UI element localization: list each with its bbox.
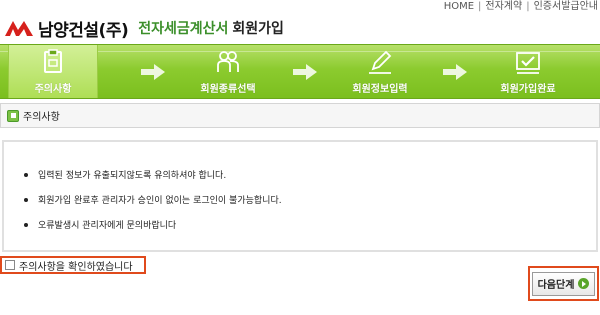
notice-text: 회원가입 완료후 관리자가 승인이 없이는 로그인이 불가능합니다. xyxy=(38,196,282,206)
step-label: 회원정보입력 xyxy=(352,84,408,95)
notice-list: 입력된 정보가 유출되지않도록 유의하셔야 합니다. 회원가입 완료후 관리자가… xyxy=(4,142,596,237)
step-complete: 회원가입완료 xyxy=(468,49,588,95)
arrow-right-icon xyxy=(443,64,467,80)
notice-box: 입력된 정보가 유출되지않도록 유의하셔야 합니다. 회원가입 완료후 관리자가… xyxy=(2,140,598,252)
step-member-info: 회원정보입력 xyxy=(320,49,440,95)
step-label: 회원종류선택 xyxy=(200,84,256,95)
check-icon xyxy=(516,52,540,74)
step-notice: 주의사항 xyxy=(8,45,98,98)
confirm-checkbox[interactable] xyxy=(5,260,15,270)
top-link-home[interactable]: HOME xyxy=(444,1,474,12)
list-item: 오류발생시 관리자에게 문의바랍니다 xyxy=(24,212,596,237)
header: 남양건설(주) 전자세금계산서 회원가입 xyxy=(4,14,284,42)
company-logo-icon xyxy=(5,21,33,36)
bullet-icon xyxy=(24,172,28,177)
document-icon xyxy=(44,49,62,73)
step-member-type: 회원종류선택 xyxy=(168,49,288,95)
signup-page: HOME | 전자계약 | 인증서발급안내 남양건설(주) 전자세금계산서 회원가입 주… xyxy=(0,0,600,315)
next-button-highlight: 다음단계 xyxy=(528,266,599,301)
list-item: 회원가입 완료후 관리자가 승인이 없이는 로그인이 불가능합니다. xyxy=(24,187,596,212)
notice-text: 입력된 정보가 유출되지않도록 유의하셔야 합니다. xyxy=(38,171,227,181)
next-step-label: 다음단계 xyxy=(537,280,575,291)
arrow-circle-icon xyxy=(578,278,590,289)
arrow-right-icon xyxy=(293,64,317,80)
section-header: 주의사항 xyxy=(0,103,600,128)
arrow-right-icon xyxy=(141,64,165,80)
bullet-icon xyxy=(24,222,28,227)
company-name: 남양건설(주) xyxy=(38,20,129,41)
step-label: 회원가입완료 xyxy=(500,84,556,95)
step-bar: 주의사항 회원종류선택 회원정보입력 회원가입완료 xyxy=(0,44,600,99)
top-link-certificate[interactable]: 인증서발급안내 xyxy=(534,1,598,12)
top-links: HOME | 전자계약 | 인증서발급안내 xyxy=(443,1,598,12)
confirm-checkbox-row[interactable]: 주의사항을 확인하였습니다 xyxy=(0,256,146,274)
page-title: 회원가입 xyxy=(232,21,284,37)
confirm-label: 주의사항을 확인하였습니다 xyxy=(19,261,133,273)
list-item: 입력된 정보가 유출되지않도록 유의하셔야 합니다. xyxy=(24,162,596,187)
bullet-icon xyxy=(24,197,28,202)
section-icon xyxy=(7,109,19,122)
next-step-button[interactable]: 다음단계 xyxy=(532,271,595,296)
notice-text: 오류발생시 관리자에게 문의바랍니다 xyxy=(38,221,177,231)
service-name: 전자세금계산서 xyxy=(138,21,229,37)
step-label: 주의사항 xyxy=(34,84,72,95)
section-title: 주의사항 xyxy=(23,112,60,123)
users-icon xyxy=(217,51,239,72)
pen-icon xyxy=(369,50,392,74)
top-link-contract[interactable]: 전자계약 xyxy=(485,1,522,12)
